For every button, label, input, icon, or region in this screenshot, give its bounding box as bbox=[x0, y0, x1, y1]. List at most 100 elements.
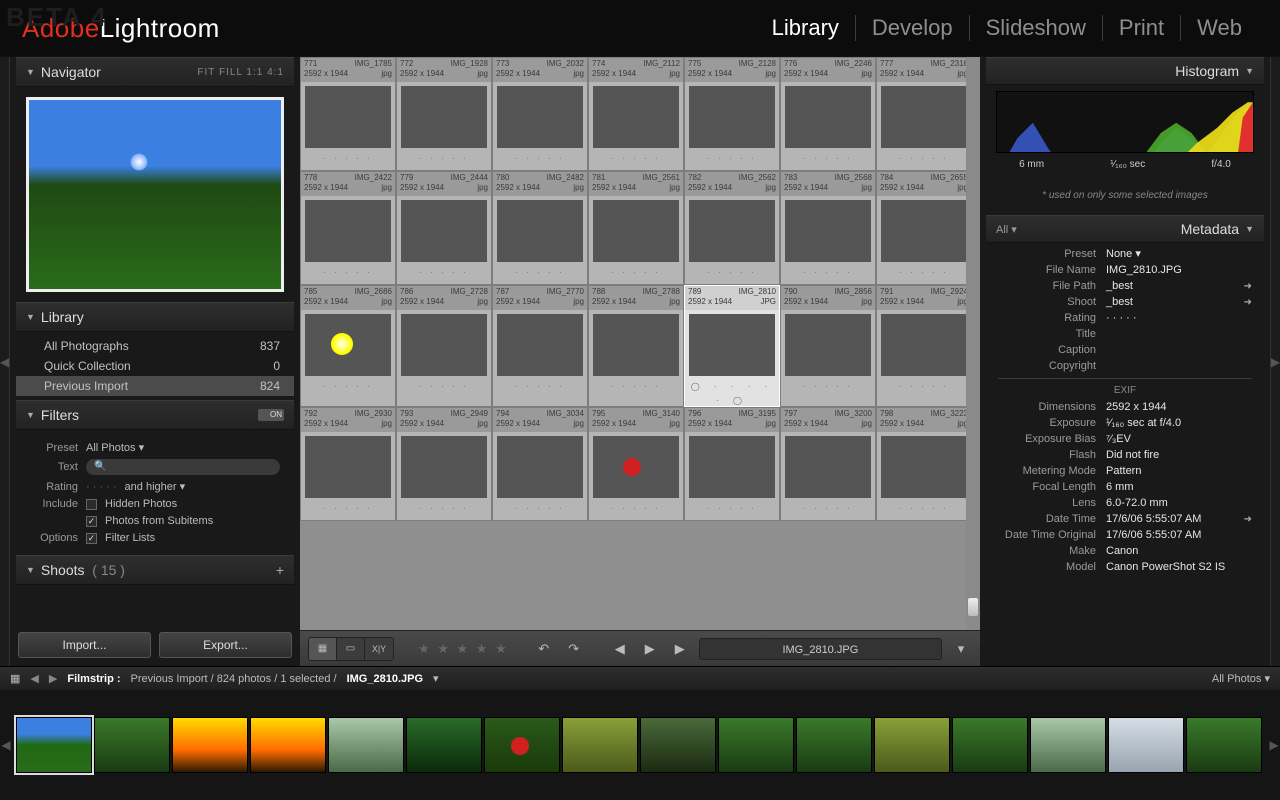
grid-cell[interactable]: 793IMG_29492592 x 1944jpg· · · · · bbox=[396, 407, 492, 521]
grid-cell[interactable]: 781IMG_25612592 x 1944jpg· · · · · bbox=[588, 171, 684, 285]
filmstrip-thumb[interactable] bbox=[640, 717, 716, 773]
filmstrip-thumb[interactable] bbox=[796, 717, 872, 773]
grid-cell[interactable]: 792IMG_29302592 x 1944jpg· · · · · bbox=[300, 407, 396, 521]
goto-icon[interactable]: ➜ bbox=[1244, 514, 1252, 525]
metadata-row[interactable]: Title bbox=[998, 326, 1252, 342]
metadata-row[interactable]: FlashDid not fire bbox=[998, 447, 1252, 463]
grid-cell[interactable]: 772IMG_19282592 x 1944jpg· · · · · bbox=[396, 57, 492, 171]
grid-cell[interactable]: 777IMG_23162592 x 1944jpg· · · · · bbox=[876, 57, 972, 171]
subitems-checkbox[interactable]: ✓ bbox=[86, 516, 97, 527]
filmstrip-thumb[interactable] bbox=[1186, 717, 1262, 773]
navigator-zoom-options[interactable]: FIT FILL 1:1 4:1 bbox=[197, 67, 284, 78]
grid-cell[interactable]: 794IMG_30342592 x 1944jpg· · · · · bbox=[492, 407, 588, 521]
library-header[interactable]: ▼ Library bbox=[16, 302, 294, 332]
filmstrip-thumb[interactable] bbox=[484, 717, 560, 773]
filmstrip-thumb[interactable] bbox=[952, 717, 1028, 773]
filmstrip-path[interactable]: Previous Import / 824 photos / 1 selecte… bbox=[131, 673, 337, 685]
metadata-preset-dropdown[interactable]: None ▾ bbox=[1106, 247, 1252, 260]
redo-icon[interactable]: ↷ bbox=[563, 641, 585, 657]
add-shoot-icon[interactable]: + bbox=[276, 562, 284, 578]
filters-header[interactable]: ▼ Filters ON bbox=[16, 400, 294, 430]
grid-cell[interactable]: 778IMG_24222592 x 1944jpg· · · · · bbox=[300, 171, 396, 285]
current-filename[interactable]: IMG_2810.JPG bbox=[699, 638, 942, 660]
module-develop[interactable]: Develop bbox=[856, 15, 970, 41]
filmstrip-thumb[interactable] bbox=[718, 717, 794, 773]
metadata-row[interactable]: MakeCanon bbox=[998, 543, 1252, 559]
shoots-header[interactable]: ▼ Shoots ( 15 ) + bbox=[16, 555, 294, 585]
filters-toggle[interactable]: ON bbox=[258, 409, 284, 421]
grid-cell[interactable]: 774IMG_21122592 x 1944jpg· · · · · bbox=[588, 57, 684, 171]
filmstrip-dropdown-icon[interactable]: ▾ bbox=[433, 672, 439, 685]
goto-icon[interactable]: ➜ bbox=[1244, 281, 1252, 292]
filter-rating-stars[interactable]: · · · · · bbox=[86, 481, 117, 493]
compare-view-icon[interactable]: X|Y bbox=[365, 638, 393, 660]
grid-cell[interactable]: 776IMG_22462592 x 1944jpg· · · · · bbox=[780, 57, 876, 171]
play-icon[interactable]: ▶ bbox=[639, 641, 661, 657]
module-web[interactable]: Web bbox=[1181, 15, 1258, 41]
grid-cell[interactable]: 784IMG_26552592 x 1944jpg· · · · · bbox=[876, 171, 972, 285]
goto-icon[interactable]: ➜ bbox=[1244, 297, 1252, 308]
filter-lists-checkbox[interactable]: ✓ bbox=[86, 533, 97, 544]
filmstrip-thumb[interactable] bbox=[1030, 717, 1106, 773]
filmstrip-thumb[interactable] bbox=[328, 717, 404, 773]
histogram-header[interactable]: Histogram▼ bbox=[986, 57, 1264, 85]
left-panel-collapse[interactable]: ◀ bbox=[0, 57, 10, 666]
metadata-row[interactable]: Shoot_best➜ bbox=[998, 294, 1252, 310]
metadata-row[interactable]: Copyright bbox=[998, 358, 1252, 374]
navigator-preview[interactable] bbox=[26, 97, 284, 292]
grid-cell[interactable]: 783IMG_25682592 x 1944jpg· · · · · bbox=[780, 171, 876, 285]
filmstrip-filter[interactable]: All Photos ▾ bbox=[1212, 672, 1270, 685]
metadata-row[interactable]: Focal Length6 mm bbox=[998, 479, 1252, 495]
metadata-row[interactable]: Metering ModePattern bbox=[998, 463, 1252, 479]
prev-photo-icon[interactable]: ◀ bbox=[609, 641, 631, 657]
module-slideshow[interactable]: Slideshow bbox=[970, 15, 1103, 41]
grid-cell[interactable]: 780IMG_24822592 x 1944jpg· · · · · bbox=[492, 171, 588, 285]
metadata-row[interactable]: Rating· · · · · bbox=[998, 310, 1252, 326]
metadata-row[interactable]: ModelCanon PowerShot S2 IS bbox=[998, 559, 1252, 575]
filmstrip-right-icon[interactable]: ▶ bbox=[1268, 690, 1280, 800]
module-library[interactable]: Library bbox=[756, 15, 856, 41]
filename-dropdown-icon[interactable]: ▾ bbox=[950, 641, 972, 657]
library-row[interactable]: All Photographs837 bbox=[16, 336, 294, 356]
metadata-row[interactable]: File NameIMG_2810.JPG bbox=[998, 262, 1252, 278]
back-icon[interactable]: ◀ bbox=[30, 672, 38, 685]
library-row[interactable]: Previous Import824 bbox=[16, 376, 294, 396]
grid-cell[interactable]: 789IMG_28102592 x 1944JPG◯ · · · · · ◯ bbox=[684, 285, 780, 407]
metadata-row[interactable]: Exposure¹⁄₁₆₀ sec at f/4.0 bbox=[998, 415, 1252, 431]
filmstrip-thumb[interactable] bbox=[874, 717, 950, 773]
grid-cell[interactable]: 775IMG_21282592 x 1944jpg· · · · · bbox=[684, 57, 780, 171]
forward-icon[interactable]: ▶ bbox=[49, 672, 57, 685]
grid-cell[interactable]: 796IMG_31952592 x 1944jpg· · · · · bbox=[684, 407, 780, 521]
grid-cell[interactable]: 786IMG_27282592 x 1944jpg· · · · · bbox=[396, 285, 492, 407]
grid-cell[interactable]: 773IMG_20322592 x 1944jpg· · · · · bbox=[492, 57, 588, 171]
grid-cell[interactable]: 788IMG_27882592 x 1944jpg· · · · · bbox=[588, 285, 684, 407]
filter-preset-dropdown[interactable]: All Photos ▾ bbox=[86, 441, 144, 454]
export-button[interactable]: Export... bbox=[159, 632, 292, 658]
metadata-row[interactable]: File Path_best➜ bbox=[998, 278, 1252, 294]
grid-cell[interactable]: 782IMG_25622592 x 1944jpg· · · · · bbox=[684, 171, 780, 285]
filmstrip-thumb[interactable] bbox=[1108, 717, 1184, 773]
import-button[interactable]: Import... bbox=[18, 632, 151, 658]
grid-cell[interactable]: 771IMG_17852592 x 1944jpg· · · · · bbox=[300, 57, 396, 171]
rating-stars[interactable]: ★ ★ ★ ★ ★ bbox=[418, 641, 509, 657]
module-print[interactable]: Print bbox=[1103, 15, 1181, 41]
metadata-row[interactable]: Date Time17/6/06 5:55:07 AM➜ bbox=[998, 511, 1252, 527]
filter-text-input[interactable]: 🔍 bbox=[86, 459, 280, 475]
grid-cell[interactable]: 791IMG_29242592 x 1944jpg· · · · · bbox=[876, 285, 972, 407]
metadata-row[interactable]: Caption bbox=[998, 342, 1252, 358]
grid-view-icon[interactable]: ▦ bbox=[309, 638, 337, 660]
filmstrip-thumb[interactable] bbox=[94, 717, 170, 773]
grid-scrollbar[interactable] bbox=[966, 57, 980, 630]
grid-cell[interactable]: 787IMG_27702592 x 1944jpg· · · · · bbox=[492, 285, 588, 407]
metadata-set-dropdown[interactable]: All ▾ bbox=[996, 224, 1017, 236]
filmstrip-left-icon[interactable]: ◀ bbox=[0, 690, 12, 800]
next-photo-icon[interactable]: ▶ bbox=[669, 641, 691, 657]
grid-cell[interactable]: 790IMG_28562592 x 1944jpg· · · · · bbox=[780, 285, 876, 407]
navigator-header[interactable]: ▼ Navigator FIT FILL 1:1 4:1 bbox=[16, 57, 294, 87]
grid-cell[interactable]: 779IMG_24442592 x 1944jpg· · · · · bbox=[396, 171, 492, 285]
filmstrip-thumb[interactable] bbox=[406, 717, 482, 773]
grid-cell[interactable]: 798IMG_32232592 x 1944jpg· · · · · bbox=[876, 407, 972, 521]
histogram-display[interactable] bbox=[996, 91, 1254, 153]
grid-cell[interactable]: 785IMG_26862592 x 1944jpg· · · · · bbox=[300, 285, 396, 407]
filmstrip-thumb[interactable] bbox=[250, 717, 326, 773]
